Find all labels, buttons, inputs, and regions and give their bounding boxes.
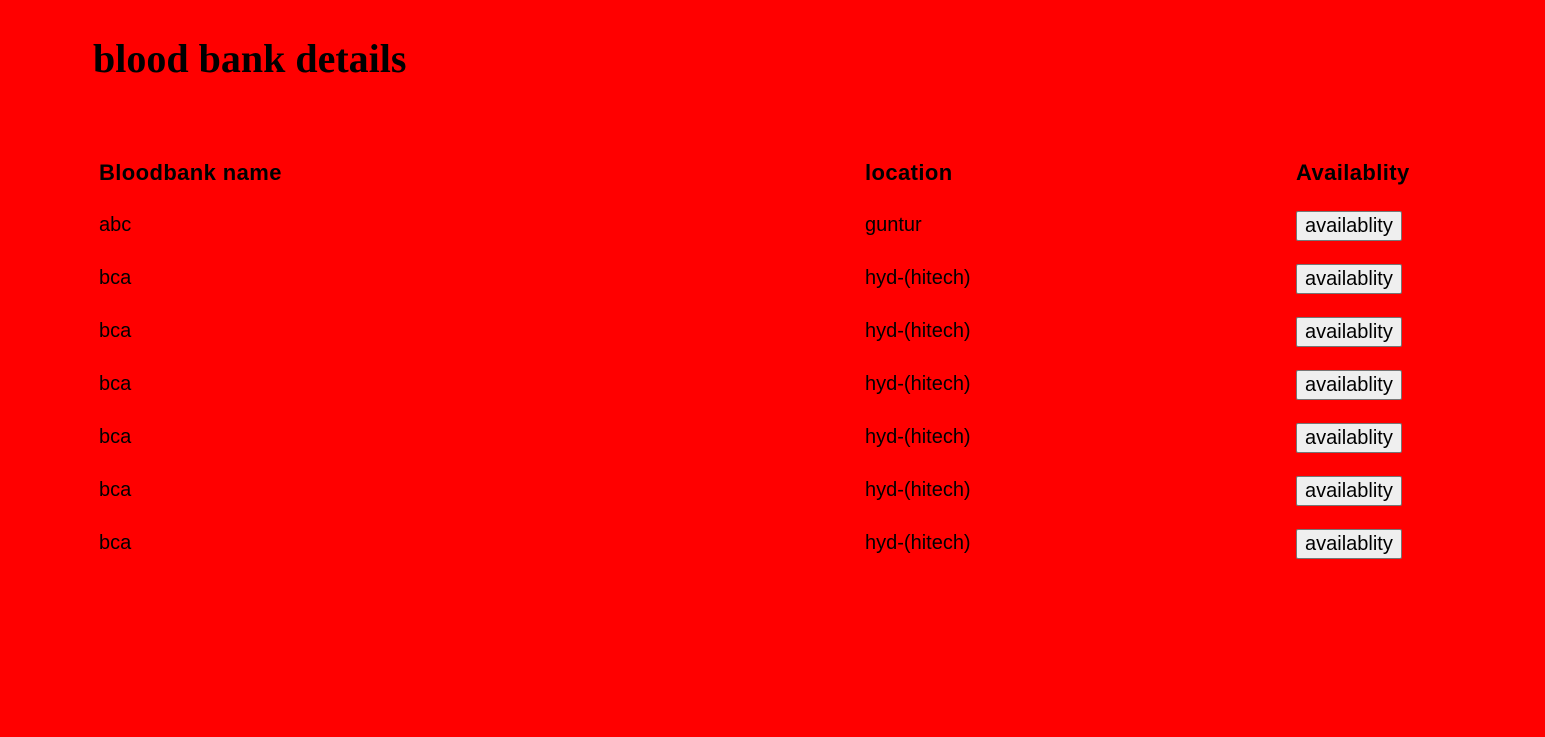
availability-button[interactable]: availablity [1296, 422, 1402, 453]
column-header-availability: Availablity [1296, 159, 1410, 185]
location-cell: guntur [865, 214, 922, 236]
table-row: bca hyd-(hitech) availablity [96, 464, 1449, 517]
availability-cell: availablity [1293, 199, 1449, 252]
availability-button[interactable]: availablity [1296, 210, 1402, 241]
location-cell: hyd-(hitech) [865, 532, 971, 554]
availability-cell: availablity [1293, 517, 1449, 570]
table-row: abc guntur availablity [96, 199, 1449, 252]
location-cell: hyd-(hitech) [865, 373, 971, 395]
table-header-row: Bloodbank name location Availablity [96, 146, 1449, 199]
column-header-name: Bloodbank name [99, 159, 282, 185]
bloodbank-name-cell: bca [99, 532, 132, 554]
availability-button[interactable]: availablity [1296, 369, 1402, 400]
availability-cell: availablity [1293, 358, 1449, 411]
bloodbank-name-cell: bca [99, 267, 132, 289]
availability-button[interactable]: availablity [1296, 475, 1402, 506]
bloodbank-name-cell: bca [99, 373, 132, 395]
bloodbank-name-cell: bca [99, 426, 132, 448]
table-row: bca hyd-(hitech) availablity [96, 358, 1449, 411]
page: blood bank details Bloodbank name locati… [0, 0, 1545, 737]
availability-cell: availablity [1293, 252, 1449, 305]
page-title: blood bank details [93, 36, 407, 81]
table-row: bca hyd-(hitech) availablity [96, 305, 1449, 358]
availability-cell: availablity [1293, 305, 1449, 358]
blood-bank-table: Bloodbank name location Availablity abc … [96, 146, 1449, 570]
location-cell: hyd-(hitech) [865, 267, 971, 289]
bloodbank-name-cell: bca [99, 320, 132, 342]
bloodbank-name-cell: bca [99, 479, 132, 501]
table-row: bca hyd-(hitech) availablity [96, 411, 1449, 464]
table-row: bca hyd-(hitech) availablity [96, 517, 1449, 570]
bloodbank-name-cell: abc [99, 214, 132, 236]
availability-button[interactable]: availablity [1296, 263, 1402, 294]
location-cell: hyd-(hitech) [865, 479, 971, 501]
availability-cell: availablity [1293, 411, 1449, 464]
availability-button[interactable]: availablity [1296, 316, 1402, 347]
availability-button[interactable]: availablity [1296, 528, 1402, 559]
availability-cell: availablity [1293, 464, 1449, 517]
column-header-location: location [865, 159, 953, 185]
location-cell: hyd-(hitech) [865, 320, 971, 342]
location-cell: hyd-(hitech) [865, 426, 971, 448]
table-row: bca hyd-(hitech) availablity [96, 252, 1449, 305]
